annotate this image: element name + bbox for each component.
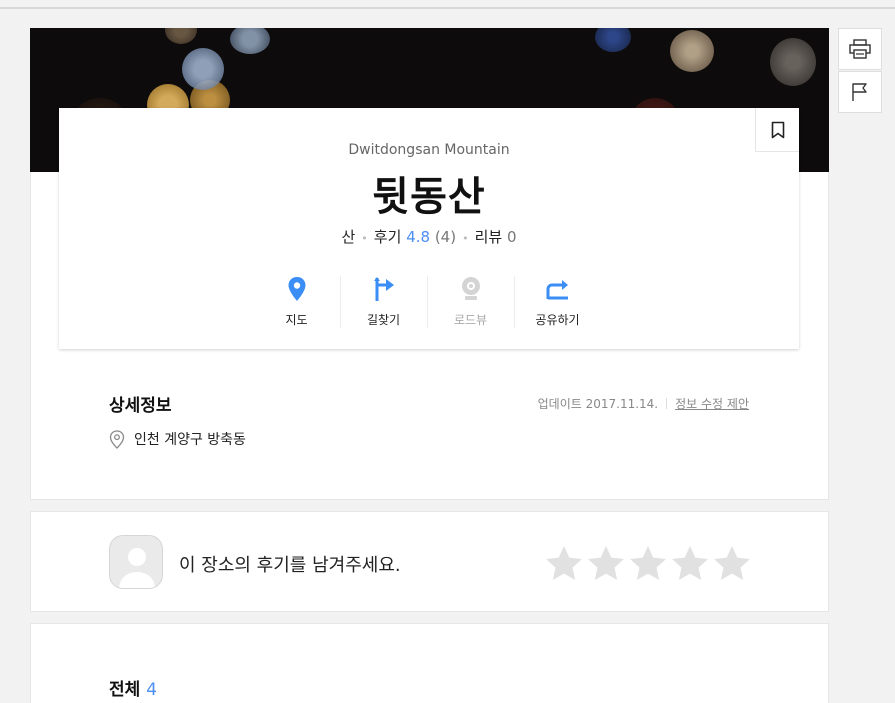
update-date: 업데이트 2017.11.14.	[537, 397, 659, 411]
blog-review-count[interactable]: 0	[507, 228, 517, 246]
star-1-icon[interactable]	[543, 542, 585, 584]
star-3-icon[interactable]	[627, 542, 669, 584]
detail-section-title: 상세정보	[109, 396, 172, 416]
default-user-icon	[119, 548, 155, 588]
report-button[interactable]	[838, 71, 882, 113]
star-4-icon[interactable]	[669, 542, 711, 584]
roadview-button[interactable]: 로드뷰	[427, 274, 514, 328]
update-info: 업데이트 2017.11.14. 정보 수정 제안	[538, 395, 749, 412]
meta-separator: •	[462, 232, 469, 245]
address-text: 인천 계양구 방축동	[134, 432, 246, 448]
printer-icon	[849, 39, 871, 59]
flag-icon	[852, 83, 867, 101]
update-separator	[666, 398, 668, 409]
reviews-total-label: 전체	[109, 680, 141, 700]
share-button[interactable]: 공유하기	[514, 274, 601, 328]
bookmark-icon	[771, 121, 784, 138]
review-label[interactable]: 후기	[374, 228, 402, 246]
place-title: 뒷동산	[372, 174, 486, 220]
map-button[interactable]: 지도	[253, 274, 340, 328]
top-divider	[0, 7, 895, 9]
directions-icon	[373, 277, 394, 301]
review-count[interactable]: (4)	[435, 228, 456, 246]
suggest-edit-link[interactable]: 정보 수정 제안	[675, 397, 749, 411]
roadview-button-label: 로드뷰	[453, 313, 488, 327]
reviews-total: 전체 4	[109, 675, 157, 700]
avatar	[109, 535, 163, 589]
place-meta: 산 • 후기 4.8 (4) • 리뷰 0	[59, 226, 799, 247]
meta-separator: •	[361, 232, 368, 245]
place-english-name: Dwitdongsan Mountain	[348, 142, 510, 158]
address-row: 인천 계양구 방축동	[109, 429, 246, 449]
place-category: 산	[341, 228, 356, 246]
star-2-icon[interactable]	[585, 542, 627, 584]
print-button[interactable]	[838, 28, 882, 70]
action-bar: 지도 길찾기 로드뷰 공유하기	[253, 274, 601, 328]
share-icon	[546, 280, 568, 300]
star-rating-input[interactable]	[543, 542, 753, 584]
place-summary-card: Dwitdongsan Mountain 뒷동산 산 • 후기 4.8 (4) • 리뷰…	[59, 108, 799, 349]
reviews-total-count: 4	[146, 680, 158, 700]
share-button-label: 공유하기	[535, 313, 580, 327]
star-5-icon[interactable]	[711, 542, 753, 584]
directions-button[interactable]: 길찾기	[340, 274, 427, 328]
map-button-label: 지도	[285, 313, 308, 327]
directions-button-label: 길찾기	[366, 313, 401, 327]
rating-value[interactable]: 4.8	[406, 228, 430, 246]
review-prompt-text[interactable]: 이 장소의 후기를 남겨주세요.	[179, 551, 401, 577]
location-outline-icon	[109, 429, 125, 449]
roadview-icon	[461, 277, 480, 300]
blog-review-label[interactable]: 리뷰	[475, 228, 503, 246]
map-pin-icon	[288, 277, 305, 301]
